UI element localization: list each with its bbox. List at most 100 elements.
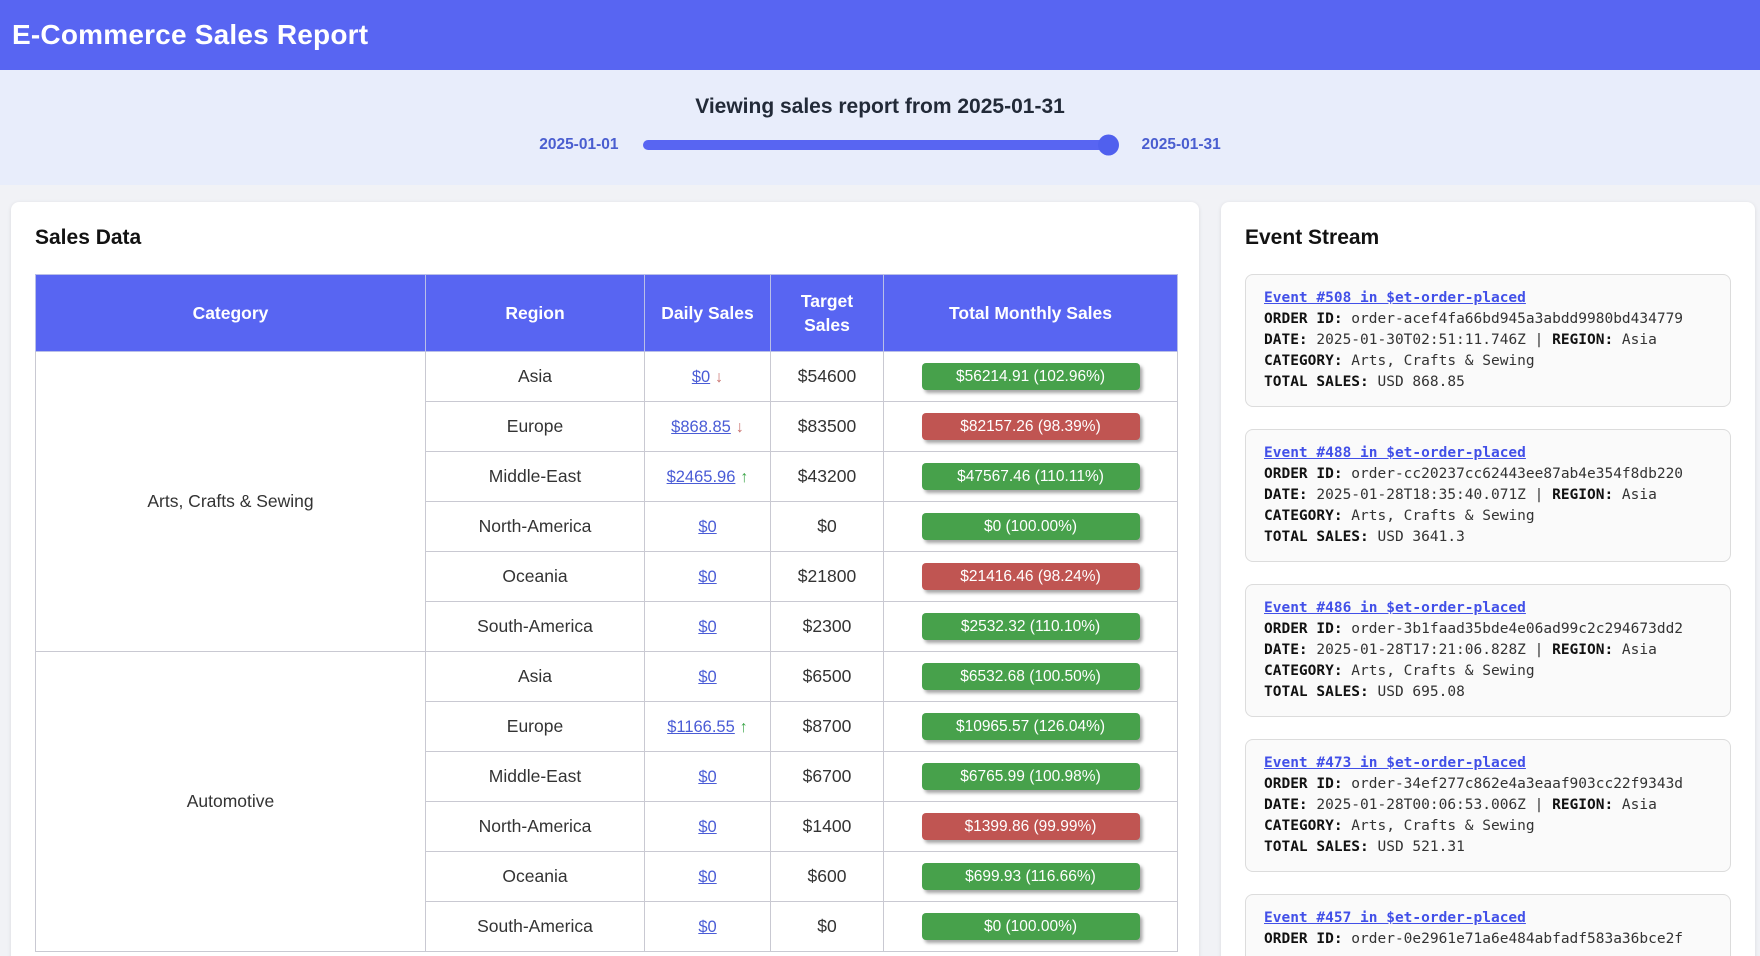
event-detail-line: ORDER ID: order-acef4fa66bd945a3abdd9980… [1264,309,1712,330]
event-field-label: ORDER ID: [1264,621,1343,637]
daily-sales-link[interactable]: $0 [698,568,716,586]
event-card: Event #488 in $et-order-placedORDER ID: … [1245,429,1731,562]
event-field-label: TOTAL SALES: [1264,374,1369,390]
daily-sales-link[interactable]: $2465.96 [667,468,736,486]
daily-sales-link[interactable]: $0 [698,918,716,936]
daily-sales-cell: $0 [645,502,771,552]
target-sales-cell: $0 [771,902,884,952]
event-link[interactable]: Event #457 in $et-order-placed [1264,908,1526,929]
event-field-value: order-3b1faad35bde4e06ad99c2c294673dd2 [1343,621,1683,637]
date-slider-row: 2025-01-01 2025-01-31 [539,136,1221,154]
trend-down-icon: ↓ [715,369,723,387]
daily-sales-cell: $0 [645,802,771,852]
date-slider-thumb[interactable] [1098,135,1119,156]
event-field-value: order-0e2961e71a6e484abfadf583a36bce2f [1343,931,1683,947]
event-field-value: 2025-01-28T17:21:06.828Z | [1308,642,1552,658]
region-cell: South-America [426,602,645,652]
monthly-sales-cell: $699.93 (116.66%) [884,852,1178,902]
daily-sales-link[interactable]: $0 [698,868,716,886]
event-field-value: Asia [1613,332,1657,348]
monthly-sales-badge: $2532.32 (110.10%) [922,613,1140,640]
event-detail-line: TOTAL SALES: USD 695.08 [1264,682,1712,703]
region-cell: North-America [426,502,645,552]
target-sales-cell: $8700 [771,702,884,752]
event-card: Event #457 in $et-order-placedORDER ID: … [1245,894,1731,956]
trend-up-icon: ↑ [740,719,748,737]
monthly-sales-cell: $2532.32 (110.10%) [884,602,1178,652]
monthly-sales-cell: $0 (100.00%) [884,902,1178,952]
trend-up-icon: ↑ [740,469,748,487]
category-cell: Arts, Crafts & Sewing [36,352,426,652]
target-sales-cell: $600 [771,852,884,902]
daily-sales-cell: $0 [645,652,771,702]
event-link[interactable]: Event #508 in $et-order-placed [1264,288,1526,309]
sales-table-body: Arts, Crafts & SewingAsia$0↓$54600$56214… [36,352,1178,952]
event-field-value: order-acef4fa66bd945a3abdd9980bd434779 [1343,311,1683,327]
slider-start-label: 2025-01-01 [539,136,618,154]
event-field-label: DATE: [1264,332,1308,348]
event-card: Event #486 in $et-order-placedORDER ID: … [1245,584,1731,717]
event-field-label: REGION: [1552,332,1613,348]
date-slider[interactable] [643,140,1118,150]
region-cell: Asia [426,352,645,402]
event-field-value: USD 521.31 [1369,839,1465,855]
daily-sales-link[interactable]: $0 [698,618,716,636]
column-header-3: Target Sales [771,275,884,352]
event-field-label: DATE: [1264,797,1308,813]
region-cell: Oceania [426,552,645,602]
event-link[interactable]: Event #486 in $et-order-placed [1264,598,1526,619]
daily-sales-link[interactable]: $868.85 [671,418,731,436]
monthly-sales-cell: $1399.86 (99.99%) [884,802,1178,852]
region-cell: Asia [426,652,645,702]
monthly-sales-cell: $82157.26 (98.39%) [884,402,1178,452]
monthly-sales-badge: $47567.46 (110.11%) [922,463,1140,490]
table-row: Arts, Crafts & SewingAsia$0↓$54600$56214… [36,352,1178,402]
event-field-value: order-cc20237cc62443ee87ab4e354f8db220 [1343,466,1683,482]
daily-sales-link[interactable]: $1166.55 [667,718,735,736]
event-field-value: USD 3641.3 [1369,529,1465,545]
event-link[interactable]: Event #488 in $et-order-placed [1264,443,1526,464]
daily-sales-cell: $0 [645,752,771,802]
region-cell: Europe [426,702,645,752]
event-stream-list: Event #508 in $et-order-placedORDER ID: … [1245,274,1731,956]
event-detail-line: DATE: 2025-01-30T02:51:11.746Z | REGION:… [1264,330,1712,351]
region-cell: Oceania [426,852,645,902]
sales-title: Sales Data [35,226,1175,250]
sales-table-header-row: CategoryRegionDaily SalesTarget SalesTot… [36,275,1178,352]
event-stream-panel: Event Stream Event #508 in $et-order-pla… [1221,202,1755,956]
category-cell: Automotive [36,652,426,952]
column-header-4: Total Monthly Sales [884,275,1178,352]
region-cell: Europe [426,402,645,452]
target-sales-cell: $1400 [771,802,884,852]
event-field-label: REGION: [1552,487,1613,503]
event-link[interactable]: Event #473 in $et-order-placed [1264,753,1526,774]
target-sales-cell: $21800 [771,552,884,602]
event-detail-line: TOTAL SALES: USD 521.31 [1264,837,1712,858]
target-sales-cell: $2300 [771,602,884,652]
event-field-label: CATEGORY: [1264,818,1343,834]
event-detail-line: ORDER ID: order-cc20237cc62443ee87ab4e35… [1264,464,1712,485]
event-card: Event #508 in $et-order-placedORDER ID: … [1245,274,1731,407]
trend-down-icon: ↓ [736,419,744,437]
daily-sales-link[interactable]: $0 [698,768,716,786]
monthly-sales-badge: $56214.91 (102.96%) [922,363,1140,390]
event-detail-line: CATEGORY: Arts, Crafts & Sewing [1264,661,1712,682]
sales-table: CategoryRegionDaily SalesTarget SalesTot… [35,274,1178,952]
daily-sales-link[interactable]: $0 [698,668,716,686]
event-field-value: Asia [1613,797,1657,813]
target-sales-cell: $43200 [771,452,884,502]
event-field-value: Arts, Crafts & Sewing [1343,353,1535,369]
region-cell: North-America [426,802,645,852]
daily-sales-link[interactable]: $0 [698,818,716,836]
event-field-value: 2025-01-30T02:51:11.746Z | [1308,332,1552,348]
region-cell: Middle-East [426,752,645,802]
event-stream-title: Event Stream [1245,226,1731,250]
daily-sales-link[interactable]: $0 [692,368,710,386]
event-field-label: DATE: [1264,642,1308,658]
event-field-label: ORDER ID: [1264,931,1343,947]
monthly-sales-cell: $56214.91 (102.96%) [884,352,1178,402]
event-field-value: Arts, Crafts & Sewing [1343,663,1535,679]
monthly-sales-cell: $6532.68 (100.50%) [884,652,1178,702]
daily-sales-link[interactable]: $0 [698,518,716,536]
monthly-sales-cell: $10965.57 (126.04%) [884,702,1178,752]
